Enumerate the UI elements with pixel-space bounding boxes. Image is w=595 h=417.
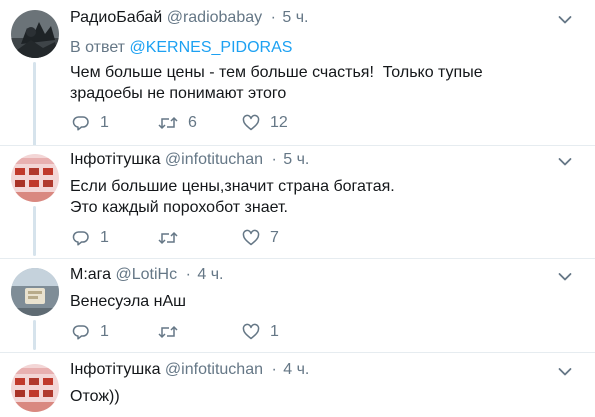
separator-dot: · bbox=[271, 361, 277, 378]
divider bbox=[0, 352, 595, 353]
tweet-text-line: Венесуэла нАш bbox=[70, 293, 186, 310]
retweet-button[interactable] bbox=[158, 228, 188, 248]
timestamp[interactable]: 4 ч. bbox=[197, 266, 223, 283]
tweet-text-line: Чем больше цены - тем больше счастья! То… bbox=[70, 64, 483, 81]
heart-icon bbox=[242, 323, 260, 340]
reply-count: 1 bbox=[100, 323, 109, 340]
tweet-text-line: Отож)) bbox=[70, 388, 120, 405]
avatar[interactable] bbox=[11, 364, 59, 412]
heart-icon bbox=[242, 114, 260, 131]
retweet-button[interactable] bbox=[158, 322, 188, 342]
tweet-header: М:ага @LotiHc · 4 ч. bbox=[70, 265, 223, 285]
retweet-button[interactable]: 6 bbox=[158, 113, 197, 133]
retweet-icon bbox=[158, 231, 178, 245]
divider bbox=[0, 258, 595, 259]
retweet-icon bbox=[158, 116, 178, 130]
reply-prefix: В ответ bbox=[70, 39, 126, 56]
separator-dot: · bbox=[185, 266, 191, 283]
avatar[interactable] bbox=[11, 268, 59, 316]
display-name[interactable]: Інфотітушка bbox=[70, 151, 160, 168]
user-handle[interactable]: @radiobabay bbox=[167, 9, 262, 26]
reply-count: 1 bbox=[100, 114, 109, 131]
thread-line bbox=[33, 320, 36, 350]
reply-button[interactable]: 1 bbox=[72, 113, 109, 133]
like-button[interactable]: 1 bbox=[242, 322, 279, 342]
tweet-header: Інфотітушка @infotituchan · 4 ч. bbox=[70, 360, 309, 380]
display-name[interactable]: Інфотітушка bbox=[70, 361, 160, 378]
user-handle[interactable]: @infotituchan bbox=[165, 151, 263, 168]
heart-icon bbox=[242, 229, 260, 246]
reply-mention-link[interactable]: @KERNES_PIDORAS bbox=[129, 39, 292, 56]
avatar[interactable] bbox=[11, 154, 59, 202]
user-handle[interactable]: @LotiHc bbox=[116, 266, 178, 283]
chevron-down-icon[interactable] bbox=[558, 367, 572, 377]
timestamp[interactable]: 4 ч. bbox=[283, 361, 309, 378]
tweet-text-line: Это каждый порохобот знает. bbox=[70, 199, 288, 216]
tweet-text-line: Если большие цены,значит страна богатая. bbox=[70, 178, 395, 195]
chevron-down-icon[interactable] bbox=[558, 272, 572, 282]
display-name[interactable]: М:ага bbox=[70, 266, 111, 283]
display-name[interactable]: РадиоБабай bbox=[70, 9, 162, 26]
separator-dot: · bbox=[271, 151, 277, 168]
chevron-down-icon[interactable] bbox=[558, 157, 572, 167]
retweet-count: 6 bbox=[188, 114, 197, 131]
like-count: 7 bbox=[270, 229, 279, 246]
tweet-header: РадиоБабай @radiobabay · 5 ч. bbox=[70, 8, 308, 28]
like-button[interactable]: 7 bbox=[242, 228, 279, 248]
tweet-header: Інфотітушка @infotituchan · 5 ч. bbox=[70, 150, 309, 170]
reply-button[interactable]: 1 bbox=[72, 322, 109, 342]
like-button[interactable]: 12 bbox=[242, 113, 288, 133]
separator-dot: · bbox=[270, 9, 276, 26]
divider bbox=[0, 145, 595, 146]
reply-count: 1 bbox=[100, 229, 109, 246]
tweet-text-line: зрадоебы не понимают этого bbox=[70, 85, 287, 102]
reply-icon bbox=[72, 116, 89, 131]
thread-line bbox=[33, 62, 36, 146]
user-handle[interactable]: @infotituchan bbox=[165, 361, 263, 378]
reply-icon bbox=[72, 231, 89, 246]
reply-button[interactable]: 1 bbox=[72, 228, 109, 248]
avatar[interactable] bbox=[11, 10, 59, 58]
like-count: 1 bbox=[270, 323, 279, 340]
retweet-icon bbox=[158, 325, 178, 339]
reply-context: В ответ @KERNES_PIDORAS bbox=[70, 38, 292, 58]
chevron-down-icon[interactable] bbox=[558, 15, 572, 25]
like-count: 12 bbox=[270, 114, 288, 131]
reply-icon bbox=[72, 325, 89, 340]
thread-line bbox=[33, 206, 36, 256]
timestamp[interactable]: 5 ч. bbox=[282, 9, 308, 26]
timestamp[interactable]: 5 ч. bbox=[283, 151, 309, 168]
